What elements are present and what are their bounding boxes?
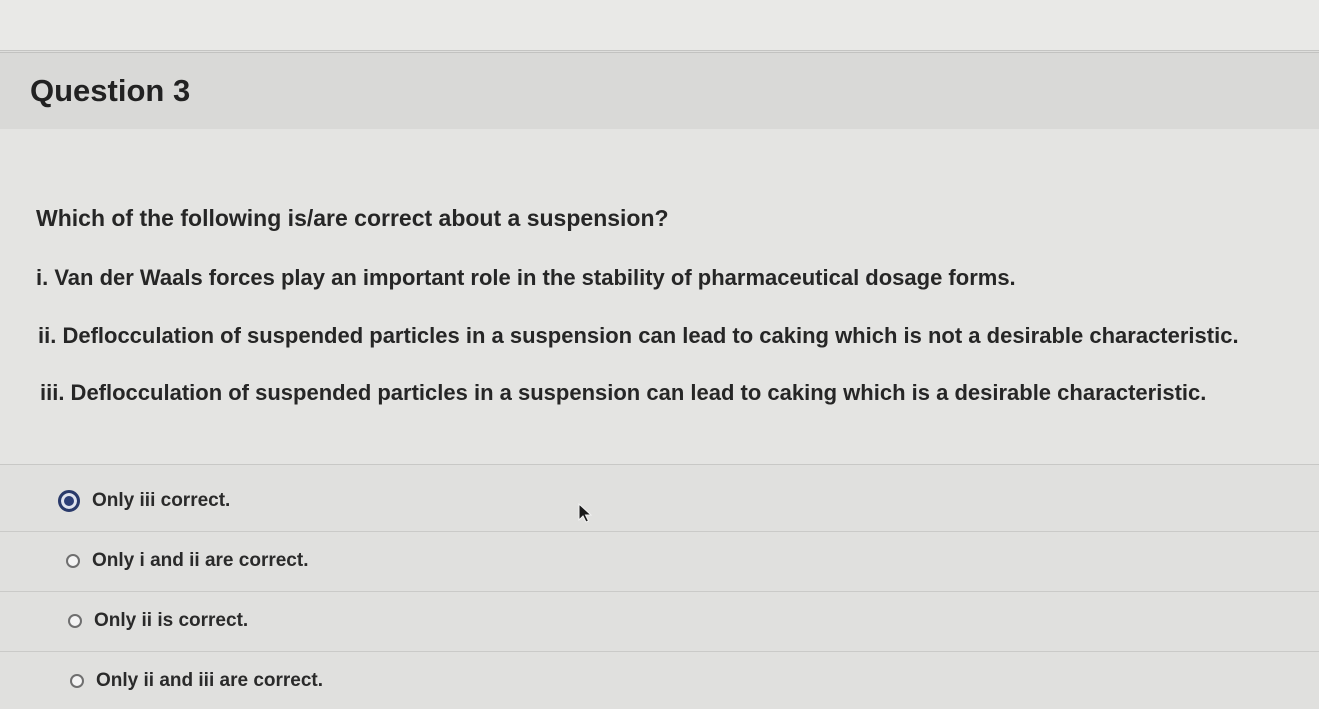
radio-unselected-icon[interactable] <box>68 614 82 628</box>
statement-ii: ii. Deflocculation of suspended particle… <box>38 323 1239 348</box>
top-strip <box>0 0 1319 51</box>
answer-option-4[interactable]: Only ii and iii are correct. <box>0 651 1319 709</box>
question-body: Which of the following is/are correct ab… <box>0 129 1319 464</box>
answer-option-label[interactable]: Only i and ii are correct. <box>92 550 308 572</box>
radio-unselected-icon[interactable] <box>70 674 84 688</box>
question-prompt: Which of the following is/are correct ab… <box>36 205 669 231</box>
question-header: Question 3 <box>0 52 1319 130</box>
statement-iii: iii. Deflocculation of suspended particl… <box>40 380 1207 405</box>
answer-option-label[interactable]: Only ii and iii are correct. <box>96 670 323 692</box>
statement-i: i. Van der Waals forces play an importan… <box>36 265 1016 290</box>
answer-option-1[interactable]: Only iii correct. <box>0 471 1319 532</box>
radio-unselected-icon[interactable] <box>66 554 80 568</box>
question-title: Question 3 <box>30 73 191 108</box>
answer-option-3[interactable]: Only ii is correct. <box>0 591 1319 652</box>
radio-selected-icon[interactable] <box>58 490 80 512</box>
answer-option-label[interactable]: Only ii is correct. <box>94 610 248 632</box>
mouse-pointer-icon <box>578 503 593 523</box>
answer-option-2[interactable]: Only i and ii are correct. <box>0 531 1319 592</box>
answer-options: Only iii correct. Only i and ii are corr… <box>0 464 1319 709</box>
page: Question 3 Which of the following is/are… <box>0 0 1319 709</box>
answer-option-label[interactable]: Only iii correct. <box>92 490 230 512</box>
